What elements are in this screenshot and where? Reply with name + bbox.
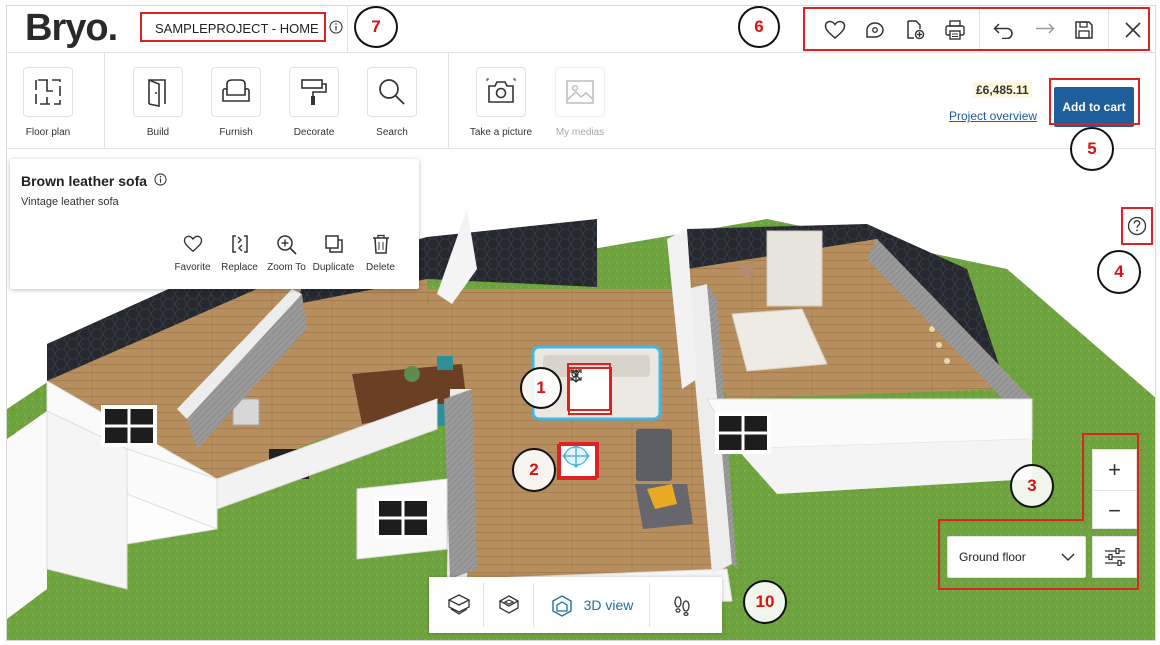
main-toolbar: Floor plan Build Furnish Decorate Search… [7,53,1155,149]
annotation-marker: 1 [520,367,562,409]
duplicate-icon [324,235,343,253]
selected-item-title: Brown leather sofa [21,173,167,189]
info-icon[interactable] [329,19,343,37]
annotation-box-project-title [140,12,326,42]
divider [448,53,449,149]
delete-button[interactable]: Delete [357,233,404,273]
selected-item-panel: Brown leather sofa Vintage leather sofa … [10,159,419,289]
annotation-box-top-actions [803,7,1150,51]
help-button[interactable] [1121,207,1153,245]
annotation-marker: 10 [743,580,787,624]
floor-layers-icon [447,594,471,615]
favorite-button[interactable]: Favorite [169,233,216,273]
floor-plan-icon [35,79,61,105]
replace-button[interactable]: Replace [216,233,263,273]
tool-floor-plan[interactable]: Floor plan [13,67,83,138]
tool-build[interactable]: Build [123,67,193,138]
annotation-marker: 4 [1097,250,1141,294]
paint-roller-icon [301,79,327,105]
3d-house-icon [551,595,572,617]
tool-search[interactable]: Search [357,67,427,138]
view-mode-bar: 3D view [429,577,722,633]
tool-my-medias[interactable]: My medias [545,67,615,138]
annotation-marker: 2 [512,448,556,492]
footsteps-icon [673,596,690,616]
selected-item-subtitle: Vintage leather sofa [21,196,119,208]
annotation-outline-zoom-floor [938,433,1139,590]
project-price: £6,485.11 [973,82,1032,98]
annotation-box-move [557,444,597,480]
zoom-in-icon [277,234,297,255]
annotation-box-transform [567,363,611,411]
zoom-to-button[interactable]: Zoom To [263,233,310,273]
item-actions: Favorite Replace Zoom To Duplicate Delet… [169,233,404,273]
annotation-marker: 7 [354,6,398,48]
divider [347,6,348,53]
tool-take-picture[interactable]: Take a picture [466,67,536,138]
project-overview-link[interactable]: Project overview [949,109,1037,123]
help-icon [1127,216,1147,236]
logo: Bryo. [25,7,118,49]
view-2d-button[interactable] [435,583,483,627]
walk-mode-button[interactable] [649,583,713,627]
info-icon[interactable] [154,173,167,189]
view-3d-label: 3D view [583,597,634,613]
view-3d-button[interactable]: 3D view [533,583,649,627]
tool-furnish[interactable]: Furnish [201,67,271,138]
divider [104,53,105,149]
view-top-button[interactable] [483,583,533,627]
annotation-marker: 5 [1070,127,1114,171]
annotation-marker: 3 [1010,464,1054,508]
heart-icon [183,235,202,253]
trash-icon [372,234,389,254]
duplicate-button[interactable]: Duplicate [310,233,357,273]
annotation-marker: 6 [738,6,780,48]
armchair-icon [222,79,250,102]
annotation-box-add-to-cart [1049,78,1140,125]
cube-top-icon [498,595,519,614]
door-icon [148,79,166,107]
image-icon [566,80,594,104]
camera-icon [486,78,516,103]
tool-decorate[interactable]: Decorate [279,67,349,138]
search-icon [379,79,405,105]
replace-icon [231,235,248,253]
